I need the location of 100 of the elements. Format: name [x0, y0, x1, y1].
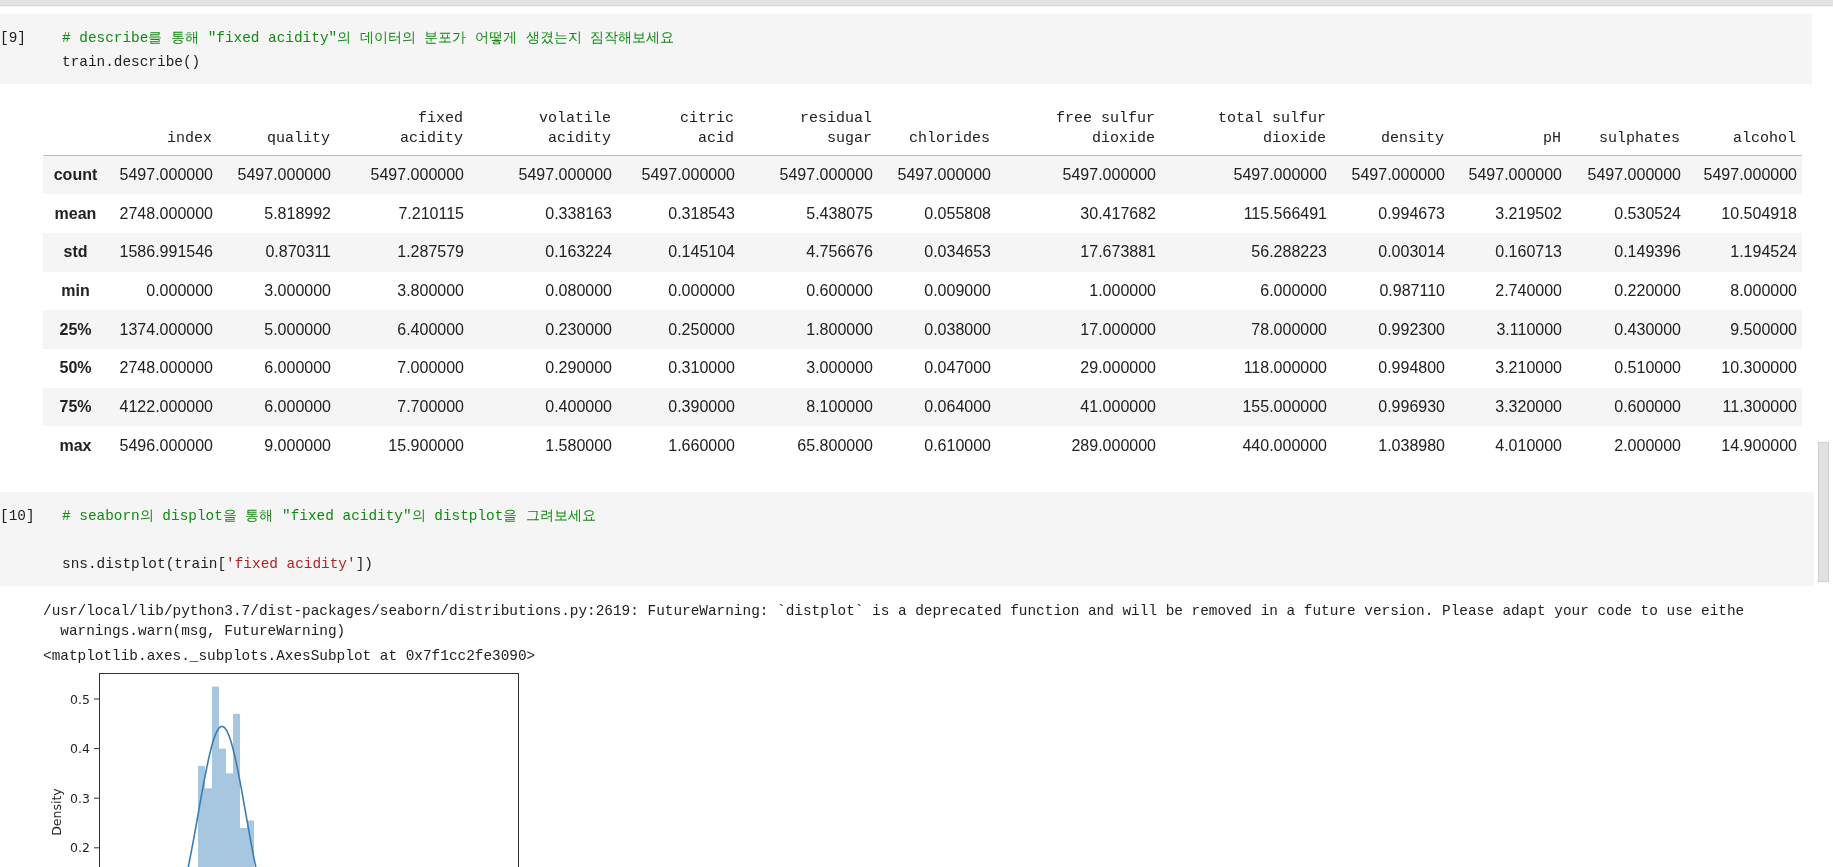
table-cell: 3.800000 [397, 281, 464, 299]
column-header: quality [267, 129, 330, 149]
tick-mark [93, 797, 100, 799]
table-cell: 0.064000 [924, 397, 991, 415]
table-cell: 0.400000 [545, 397, 612, 415]
tick-label: 0.5 [70, 691, 90, 707]
scrollbar-thumb[interactable] [1818, 442, 1829, 582]
table-cell: 1.660000 [668, 436, 735, 454]
tick-label: 0.4 [70, 741, 90, 757]
axis-label: Density [49, 788, 64, 836]
table-cell: 17.673881 [1080, 243, 1156, 261]
execution-count: [10] [0, 507, 36, 526]
table-cell: 5497.000000 [518, 166, 612, 184]
table-cell: 0.047000 [924, 359, 991, 377]
table-cell: 2748.000000 [119, 204, 213, 222]
row-header: 75% [59, 397, 92, 415]
table-cell: 5497.000000 [370, 166, 464, 184]
table-cell: 0.390000 [668, 397, 735, 415]
row-header: std [63, 243, 88, 261]
output-text: <matplotlib.axes._subplots.AxesSubplot at 0x7f1cc2fe3090> [43, 647, 536, 666]
table-cell: 41.000000 [1080, 397, 1156, 415]
column-header: residual sugar [800, 109, 872, 149]
table-cell: 65.800000 [797, 436, 873, 454]
column-header: chlorides [909, 129, 990, 149]
tick-mark [93, 847, 100, 849]
table-cell: 3.110000 [1496, 320, 1562, 338]
table-cell: 5.818992 [264, 204, 331, 222]
table-cell: 0.080000 [545, 281, 612, 299]
table-cell: 0.230000 [545, 320, 612, 338]
code-line: # seaborn의 displot을 통해 "fixed acidity"의 distplot을 그려보세요 [62, 507, 596, 526]
table-cell: 115.566491 [1243, 204, 1327, 222]
table-cell: 0.318543 [668, 204, 735, 222]
table-cell: 1.287579 [397, 243, 464, 261]
table-cell: 155.000000 [1242, 397, 1327, 415]
table-cell: 3.000000 [806, 359, 873, 377]
table-cell: 5496.000000 [119, 436, 213, 454]
table-cell: 5497.000000 [1351, 166, 1445, 184]
table-cell: 10.300000 [1721, 359, 1797, 377]
table-cell: 7.000000 [397, 359, 464, 377]
column-header: alcohol [1733, 129, 1796, 149]
warning-text: /usr/local/lib/python3.7/dist-packages/seaborn/distributions.py:2619: FutureWarning: `distplot` is a deprecated function and will be removed in a future version. Please adapt your code to use eithe [43, 602, 1745, 621]
code-cell[interactable]: [10] # seaborn의 displot을 통해 "fixed acidity"의 distplot을 그려보세요 sns.distplot(train['fixed acidity']) [0, 492, 1814, 586]
table-cell: 10.504918 [1721, 204, 1797, 222]
column-header: free sulfur dioxide [1055, 109, 1155, 149]
table-cell: 8.000000 [1730, 281, 1797, 299]
table-cell: 8.100000 [806, 397, 873, 415]
table-cell: 56.288223 [1251, 243, 1327, 261]
table-cell: 5497.000000 [641, 166, 735, 184]
table-cell: 0.992300 [1378, 320, 1445, 338]
table-cell: 6.000000 [264, 359, 331, 377]
table-cell: 0.310000 [668, 359, 735, 377]
tick-label: 0.2 [70, 840, 90, 856]
table-cell: 15.900000 [388, 436, 464, 454]
table-cell: 0.000000 [668, 281, 735, 299]
column-header: sulphates [1599, 129, 1680, 149]
table-cell: 0.994673 [1378, 204, 1445, 222]
table-cell: 5497.000000 [237, 166, 331, 184]
table-cell: 1.038980 [1378, 436, 1445, 454]
table-cell: 4122.000000 [119, 397, 213, 415]
table-cell: 4.756676 [806, 243, 873, 261]
table-cell: 1586.991546 [119, 243, 213, 261]
code-cell[interactable]: [9] # describe를 통해 "fixed acidity"의 데이터의 분포가 어떻게 생겼는지 짐작해보세요 train.describe() [0, 14, 1812, 84]
column-header: density [1381, 129, 1444, 149]
row-header: mean [54, 204, 97, 222]
table-cell: 0.038000 [924, 320, 991, 338]
table-cell: 0.220000 [1614, 281, 1681, 299]
table-cell: 5497.000000 [119, 166, 213, 184]
table-cell: 0.510000 [1614, 359, 1681, 377]
table-cell: 440.000000 [1242, 436, 1327, 454]
tick-mark [93, 698, 100, 700]
table-cell: 0.145104 [668, 243, 735, 261]
column-header: fixed acidity [400, 109, 463, 149]
column-header: total sulfur dioxide [1217, 109, 1326, 149]
table-cell: 5497.000000 [779, 166, 873, 184]
table-cell: 29.000000 [1080, 359, 1156, 377]
table-cell: 17.000000 [1080, 320, 1156, 338]
table-cell: 0.610000 [924, 436, 991, 454]
table-cell: 5.000000 [264, 320, 331, 338]
row-header: 25% [59, 320, 92, 338]
row-header: 50% [59, 359, 92, 377]
table-cell: 3.000000 [264, 281, 331, 299]
table-cell: 6.000000 [1260, 281, 1327, 299]
table-cell: 1374.000000 [119, 320, 213, 338]
table-cell: 0.600000 [1614, 397, 1681, 415]
table-cell: 5497.000000 [1587, 166, 1681, 184]
warning-text: warnings.warn(msg, FutureWarning) [59, 621, 346, 641]
table-cell: 1.580000 [545, 436, 612, 454]
table-cell: 7.210115 [398, 204, 464, 222]
table-cell: 0.530524 [1614, 204, 1681, 222]
table-cell: 5497.000000 [1062, 166, 1156, 184]
code-line: # describe를 통해 "fixed acidity"의 데이터의 분포가 어떻게 생겼는지 짐작해보세요 [62, 29, 675, 48]
column-header: citric acid [680, 109, 734, 149]
table-cell: 1.194524 [1730, 243, 1797, 261]
table-cell: 0.009000 [924, 281, 991, 299]
table-cell: 3.320000 [1495, 397, 1562, 415]
table-cell: 5.438075 [806, 204, 873, 222]
table-cell: 0.055808 [924, 204, 991, 222]
table-cell: 1.000000 [1089, 281, 1156, 299]
table-cell: 9.500000 [1730, 320, 1797, 338]
table-cell: 0.250000 [668, 320, 735, 338]
